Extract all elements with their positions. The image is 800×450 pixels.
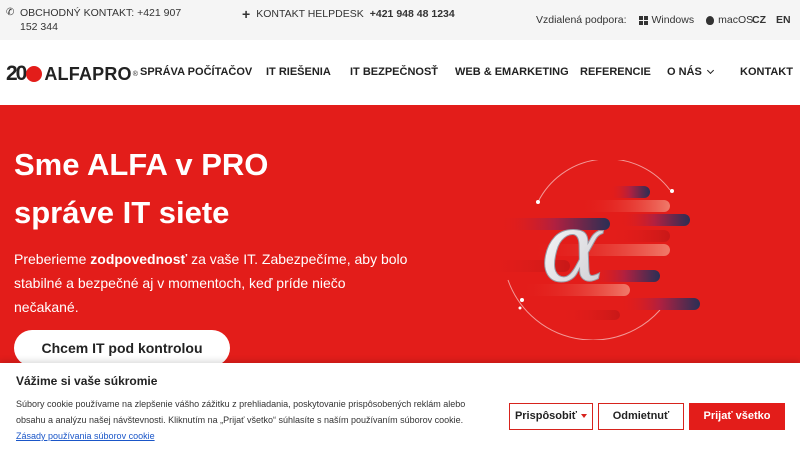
nav-referencie[interactable]: REFERENCIE [580, 66, 651, 78]
sales-contact-label: OBCHODNÝ KONTAKT: +421 907 152 344 [20, 7, 182, 33]
alpha-streaks-illustration: α [480, 160, 700, 340]
apple-icon [706, 15, 715, 25]
nav-kontakt[interactable]: KONTAKT [740, 66, 793, 78]
alpha-symbol: α [541, 192, 606, 304]
caret-down-icon [581, 414, 588, 418]
remote-support-label: Vzdialená podpora: [536, 14, 627, 26]
cookie-title: Vážime si vaše súkromie [16, 374, 158, 388]
helpdesk-label: KONTAKT HELPDESK [256, 8, 364, 20]
nav-it-riesenia[interactable]: IT RIEŠENIA [266, 66, 331, 78]
logo-number: 20 [6, 62, 27, 85]
hero-title: Sme ALFA v PRO správe IT siete [14, 141, 268, 237]
cta-button[interactable]: Chcem IT pod kontrolou [14, 330, 230, 363]
cookie-text-body: Súbory cookie používame na zlepšenie váš… [16, 399, 466, 425]
cookie-policy-link[interactable]: Zásady používania súborov cookie [16, 431, 155, 441]
nav-sprava-pocitacov[interactable]: SPRÁVA POČÍTAČOV [140, 66, 252, 78]
customize-label: Prispôsobiť [514, 410, 578, 422]
hero-description: Preberieme zodpovednosť za vaše IT. Zabe… [14, 247, 414, 319]
reject-button[interactable]: Odmietnuť [598, 403, 684, 430]
logo-alpha-mark [26, 66, 43, 82]
hero-section: Sme ALFA v PRO správe IT siete Preberiem… [0, 105, 800, 363]
sales-contact[interactable]: ✆ OBCHODNÝ KONTAKT: +421 907 152 344 [6, 6, 196, 34]
customize-button[interactable]: Prispôsobiť [509, 403, 593, 430]
nav-it-bezpecnost[interactable]: IT BEZPEČNOSŤ [350, 66, 438, 78]
macos-label: macOS [718, 14, 754, 26]
hero-title-line-1: Sme ALFA v PRO [14, 147, 269, 182]
alfapro-logo[interactable]: 20 ALFAPRO ® [6, 62, 138, 86]
nav-o-nas[interactable]: O NÁS [667, 66, 714, 78]
remote-support: Vzdialená podpora: Windows macOS [536, 14, 753, 26]
windows-icon [638, 15, 648, 25]
nav-o-nas-label: O NÁS [667, 66, 702, 78]
lang-en[interactable]: EN [776, 14, 791, 26]
top-bar: ✆ OBCHODNÝ KONTAKT: +421 907 152 344 + K… [0, 0, 800, 40]
hero-title-line-2: správe IT siete [14, 195, 230, 230]
cookie-text: Súbory cookie používame na zlepšenie váš… [16, 396, 492, 444]
main-navigation: 20 ALFAPRO ® SPRÁVA POČÍTAČOV IT RIEŠENI… [0, 40, 800, 105]
helpdesk-contact[interactable]: + KONTAKT HELPDESK +421 948 48 1234 [242, 6, 455, 22]
phone-icon: ✆ [6, 7, 15, 18]
macos-link[interactable]: macOS [706, 14, 753, 26]
logo-text: ALFAPRO [44, 63, 132, 84]
hero-text-pre: Preberieme [14, 251, 91, 267]
lang-cz[interactable]: CZ [752, 14, 766, 26]
windows-link[interactable]: Windows [638, 14, 695, 26]
cookie-banner: Vážime si vaše súkromie Súbory cookie po… [0, 363, 800, 450]
plus-icon: + [242, 6, 251, 22]
language-switcher: CZ EN [752, 14, 791, 26]
windows-label: Windows [651, 14, 695, 26]
nav-web-emarketing[interactable]: WEB & EMARKETING [455, 66, 569, 78]
accept-all-button[interactable]: Prijať všetko [689, 403, 785, 430]
logo-registered: ® [132, 70, 138, 78]
hero-text-bold: zodpovednosť [90, 251, 188, 267]
helpdesk-number[interactable]: +421 948 48 1234 [370, 8, 455, 20]
chevron-down-icon [706, 66, 714, 75]
